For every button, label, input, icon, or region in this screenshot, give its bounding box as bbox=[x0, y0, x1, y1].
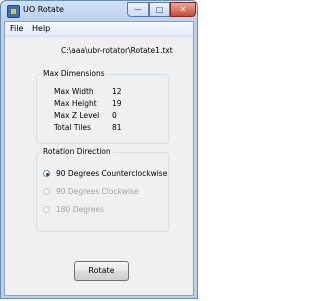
menu-file[interactable]: File bbox=[10, 24, 23, 33]
app-window: UO Rotate — □ ✕ File Help C:\aaa\ubr-rot… bbox=[0, 0, 198, 299]
menu-help[interactable]: Help bbox=[32, 24, 50, 33]
menu-bar: File Help bbox=[5, 22, 193, 37]
minimize-button[interactable]: — bbox=[127, 2, 149, 17]
total-tiles-label: Total Tiles bbox=[54, 123, 91, 132]
max-height-value: 19 bbox=[112, 99, 122, 108]
max-dimensions-group: Max Dimensions Max Width 12 Max Height 1… bbox=[36, 69, 169, 144]
max-width-value: 12 bbox=[112, 87, 122, 96]
rotate-button[interactable]: Rotate bbox=[74, 261, 129, 281]
radio-disabled-icon[interactable] bbox=[43, 188, 50, 195]
max-width-label: Max Width bbox=[54, 87, 94, 96]
total-tiles-value: 81 bbox=[112, 123, 122, 132]
radio-disabled-icon[interactable] bbox=[43, 206, 50, 213]
max-height-label: Max Height bbox=[54, 99, 97, 108]
close-button[interactable]: ✕ bbox=[170, 2, 196, 17]
app-icon bbox=[7, 5, 20, 18]
window-title: UO Rotate bbox=[23, 5, 64, 14]
rotation-direction-group: Rotation Direction 90 Degrees Counterclo… bbox=[36, 147, 169, 232]
max-dimensions-legend: Max Dimensions bbox=[41, 69, 107, 78]
rotate-180-label: 180 Degrees bbox=[56, 205, 104, 214]
title-bar[interactable]: UO Rotate — □ ✕ bbox=[1, 1, 199, 21]
max-z-level-value: 0 bbox=[112, 111, 117, 120]
max-z-level-label: Max Z Level bbox=[54, 111, 100, 120]
rotation-direction-legend: Rotation Direction bbox=[41, 147, 113, 156]
client-area: File Help C:\aaa\ubr-rotator\Rotate1.txt… bbox=[4, 21, 194, 296]
rotate-90-cw-label: 90 Degrees Clockwise bbox=[56, 187, 139, 196]
radio-selected-icon[interactable] bbox=[43, 170, 50, 177]
maximize-button[interactable]: □ bbox=[149, 2, 170, 17]
rotate-90-ccw-label: 90 Degrees Counterclockwise bbox=[56, 169, 168, 178]
file-path-label: C:\aaa\ubr-rotator\Rotate1.txt bbox=[61, 46, 173, 55]
